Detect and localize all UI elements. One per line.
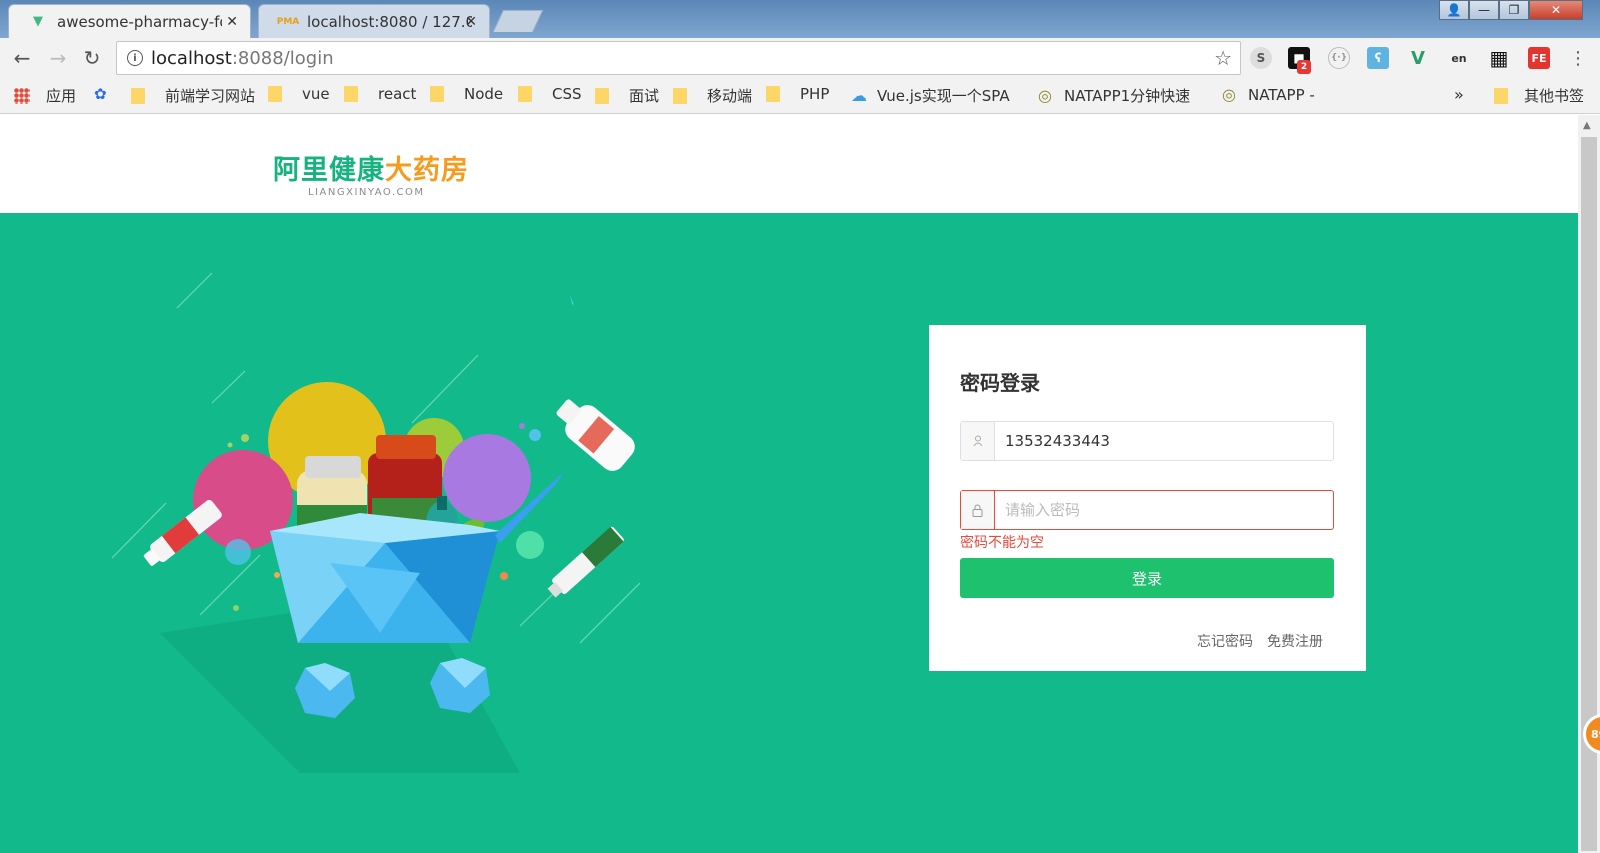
hero-banner: 密码登录 密码不能为空 登录 忘记密码 免费注册	[0, 213, 1578, 853]
new-tab-button[interactable]	[492, 10, 544, 32]
bookmarks-overflow-icon[interactable]: »	[1454, 85, 1464, 104]
bookmark-folder[interactable]: react	[344, 85, 416, 103]
s-extension-icon[interactable]: S	[1250, 47, 1272, 69]
bookmark-link[interactable]: ☁ Vue.js实现一个SPA	[851, 85, 1013, 106]
register-link[interactable]: 免费注册	[1267, 631, 1323, 651]
info-icon[interactable]: i	[127, 50, 143, 66]
tab-title: awesome-pharmacy-fo	[57, 12, 222, 31]
bookmark-label: react	[378, 85, 417, 103]
notification-count-badge: 2	[1297, 60, 1311, 74]
bookmark-folder[interactable]: Node	[430, 85, 503, 103]
menu-kebab-icon[interactable]: ⋮	[1566, 46, 1590, 70]
user-profile-icon[interactable]: 👤	[1439, 0, 1469, 20]
cat-extension-icon[interactable]: ʕ	[1367, 47, 1389, 69]
bookmark-label: Node	[464, 85, 504, 103]
bookmark-label: 其他书签	[1524, 87, 1585, 105]
login-button[interactable]: 登录	[960, 558, 1334, 598]
bookmark-folder[interactable]: 移动端	[673, 85, 752, 106]
logo-text-green: 阿里健康	[273, 155, 385, 186]
natapp-icon: ◎	[1222, 85, 1236, 104]
url-host: localhost	[151, 47, 232, 69]
folder-icon	[1494, 87, 1508, 104]
bookmark-label: NATAPP -	[1247, 85, 1315, 104]
bookmark-folder[interactable]: 前端学习网站	[131, 85, 255, 106]
translate-extension-icon[interactable]: en	[1448, 47, 1470, 69]
folder-icon	[344, 86, 358, 102]
url-path: :8088/login	[231, 47, 334, 69]
natapp-icon: ◎	[1038, 86, 1052, 105]
back-icon[interactable]: ←	[10, 46, 34, 70]
bookmark-folder[interactable]: PHP	[766, 85, 829, 103]
pharmacy-basket-illustration	[111, 272, 641, 773]
bookmark-folder[interactable]: CSS	[518, 85, 582, 103]
bookmark-apps[interactable]: 应用	[14, 85, 76, 106]
tab-awesome-pharmacy[interactable]: ▼ awesome-pharmacy-fo ✕	[8, 4, 251, 38]
folder-icon	[673, 87, 687, 104]
folder-icon	[430, 86, 444, 102]
qrcode-extension-icon[interactable]: ▦	[1488, 46, 1510, 70]
bookmark-other-folder[interactable]: 其他书签	[1494, 85, 1584, 106]
page-content: 阿里健康大药房 LIANGXINYAO.COM 密码登录 13532433443…	[0, 115, 1578, 853]
bookmark-label: 面试	[629, 87, 660, 105]
address-bar[interactable]: i localhost :8088/login ☆	[116, 41, 1241, 75]
bookmark-label: NATAPP1分钟快速	[1063, 87, 1191, 105]
restore-icon[interactable]: ❐	[1499, 0, 1529, 20]
vue-devtools-icon[interactable]: V	[1407, 47, 1429, 69]
apps-grid-icon	[14, 87, 30, 104]
logo-text-orange: 大药房	[385, 155, 469, 186]
bookmark-label: vue	[302, 85, 330, 103]
bookmark-folder[interactable]: 面试	[595, 85, 659, 106]
bookmark-link[interactable]: ◎ NATAPP -	[1222, 85, 1315, 104]
bookmark-star-icon[interactable]: ☆	[1214, 46, 1232, 70]
bookmark-folder[interactable]: vue	[268, 85, 330, 103]
login-links: 忘记密码 免费注册	[1197, 631, 1323, 651]
cloud-icon: ☁	[851, 86, 867, 105]
bookmarks-bar: 应用 ✿ 前端学习网站 vue react Node CSS 面试 移动端 PH…	[0, 78, 1600, 114]
folder-icon	[518, 86, 532, 102]
phone-input[interactable]	[995, 422, 1333, 460]
minimize-icon[interactable]: —	[1469, 0, 1499, 20]
folder-icon	[766, 86, 780, 102]
lock-icon	[961, 491, 995, 529]
folder-icon	[268, 86, 282, 102]
login-card: 密码登录 密码不能为空 登录 忘记密码 免费注册	[929, 325, 1366, 671]
bookmark-label: 移动端	[707, 87, 753, 105]
folder-icon	[595, 87, 609, 104]
baidu-paw-icon[interactable]: ✿	[94, 85, 107, 103]
tab-phpmyadmin[interactable]: PMA localhost:8080 / 127.0.0 ✕	[258, 4, 490, 38]
close-tab-icon[interactable]: ✕	[465, 14, 477, 30]
bookmark-label: CSS	[552, 85, 582, 103]
phone-field[interactable]	[960, 421, 1334, 461]
logo-subtitle: LIANGXINYAO.COM	[308, 187, 425, 198]
password-input[interactable]	[995, 491, 1333, 529]
folder-icon	[131, 87, 145, 104]
user-icon	[961, 422, 995, 460]
fe-extension-icon[interactable]: FE	[1528, 47, 1550, 69]
window-controls: 👤 — ❐ ✕	[1439, 0, 1583, 24]
reload-icon[interactable]: ↻	[80, 46, 104, 70]
site-header: 阿里健康大药房 LIANGXINYAO.COM	[0, 115, 1578, 213]
password-field[interactable]	[960, 490, 1334, 530]
tab-title: localhost:8080 / 127.0.0	[307, 12, 472, 31]
bookmark-label: Vue.js实现一个SPA	[877, 87, 1010, 105]
phpmyadmin-icon: PMA	[276, 16, 300, 27]
close-tab-icon[interactable]: ✕	[226, 14, 238, 30]
vue-icon: ▼	[33, 14, 43, 29]
browser-toolbar: ← → ↻ i localhost :8088/login ☆ S ■ 2 {·…	[0, 38, 1600, 78]
forgot-password-link[interactable]: 忘记密码	[1197, 631, 1253, 651]
scroll-up-arrow-icon[interactable]: ▲	[1583, 120, 1591, 131]
login-title: 密码登录	[960, 371, 1040, 395]
bookmark-link[interactable]: ◎ NATAPP1分钟快速	[1038, 85, 1200, 106]
bookmark-label: 前端学习网站	[165, 87, 256, 105]
password-error-message: 密码不能为空	[960, 535, 1044, 551]
close-window-icon[interactable]: ✕	[1529, 0, 1583, 20]
json-extension-icon[interactable]: {·}	[1328, 47, 1350, 69]
bookmark-label: 应用	[46, 87, 77, 105]
site-logo[interactable]: 阿里健康大药房 LIANGXINYAO.COM	[273, 148, 469, 198]
browser-titlebar: ▼ awesome-pharmacy-fo ✕ PMA localhost:80…	[0, 0, 1600, 38]
forward-icon[interactable]: →	[46, 46, 70, 70]
bookmark-label: PHP	[800, 85, 830, 103]
